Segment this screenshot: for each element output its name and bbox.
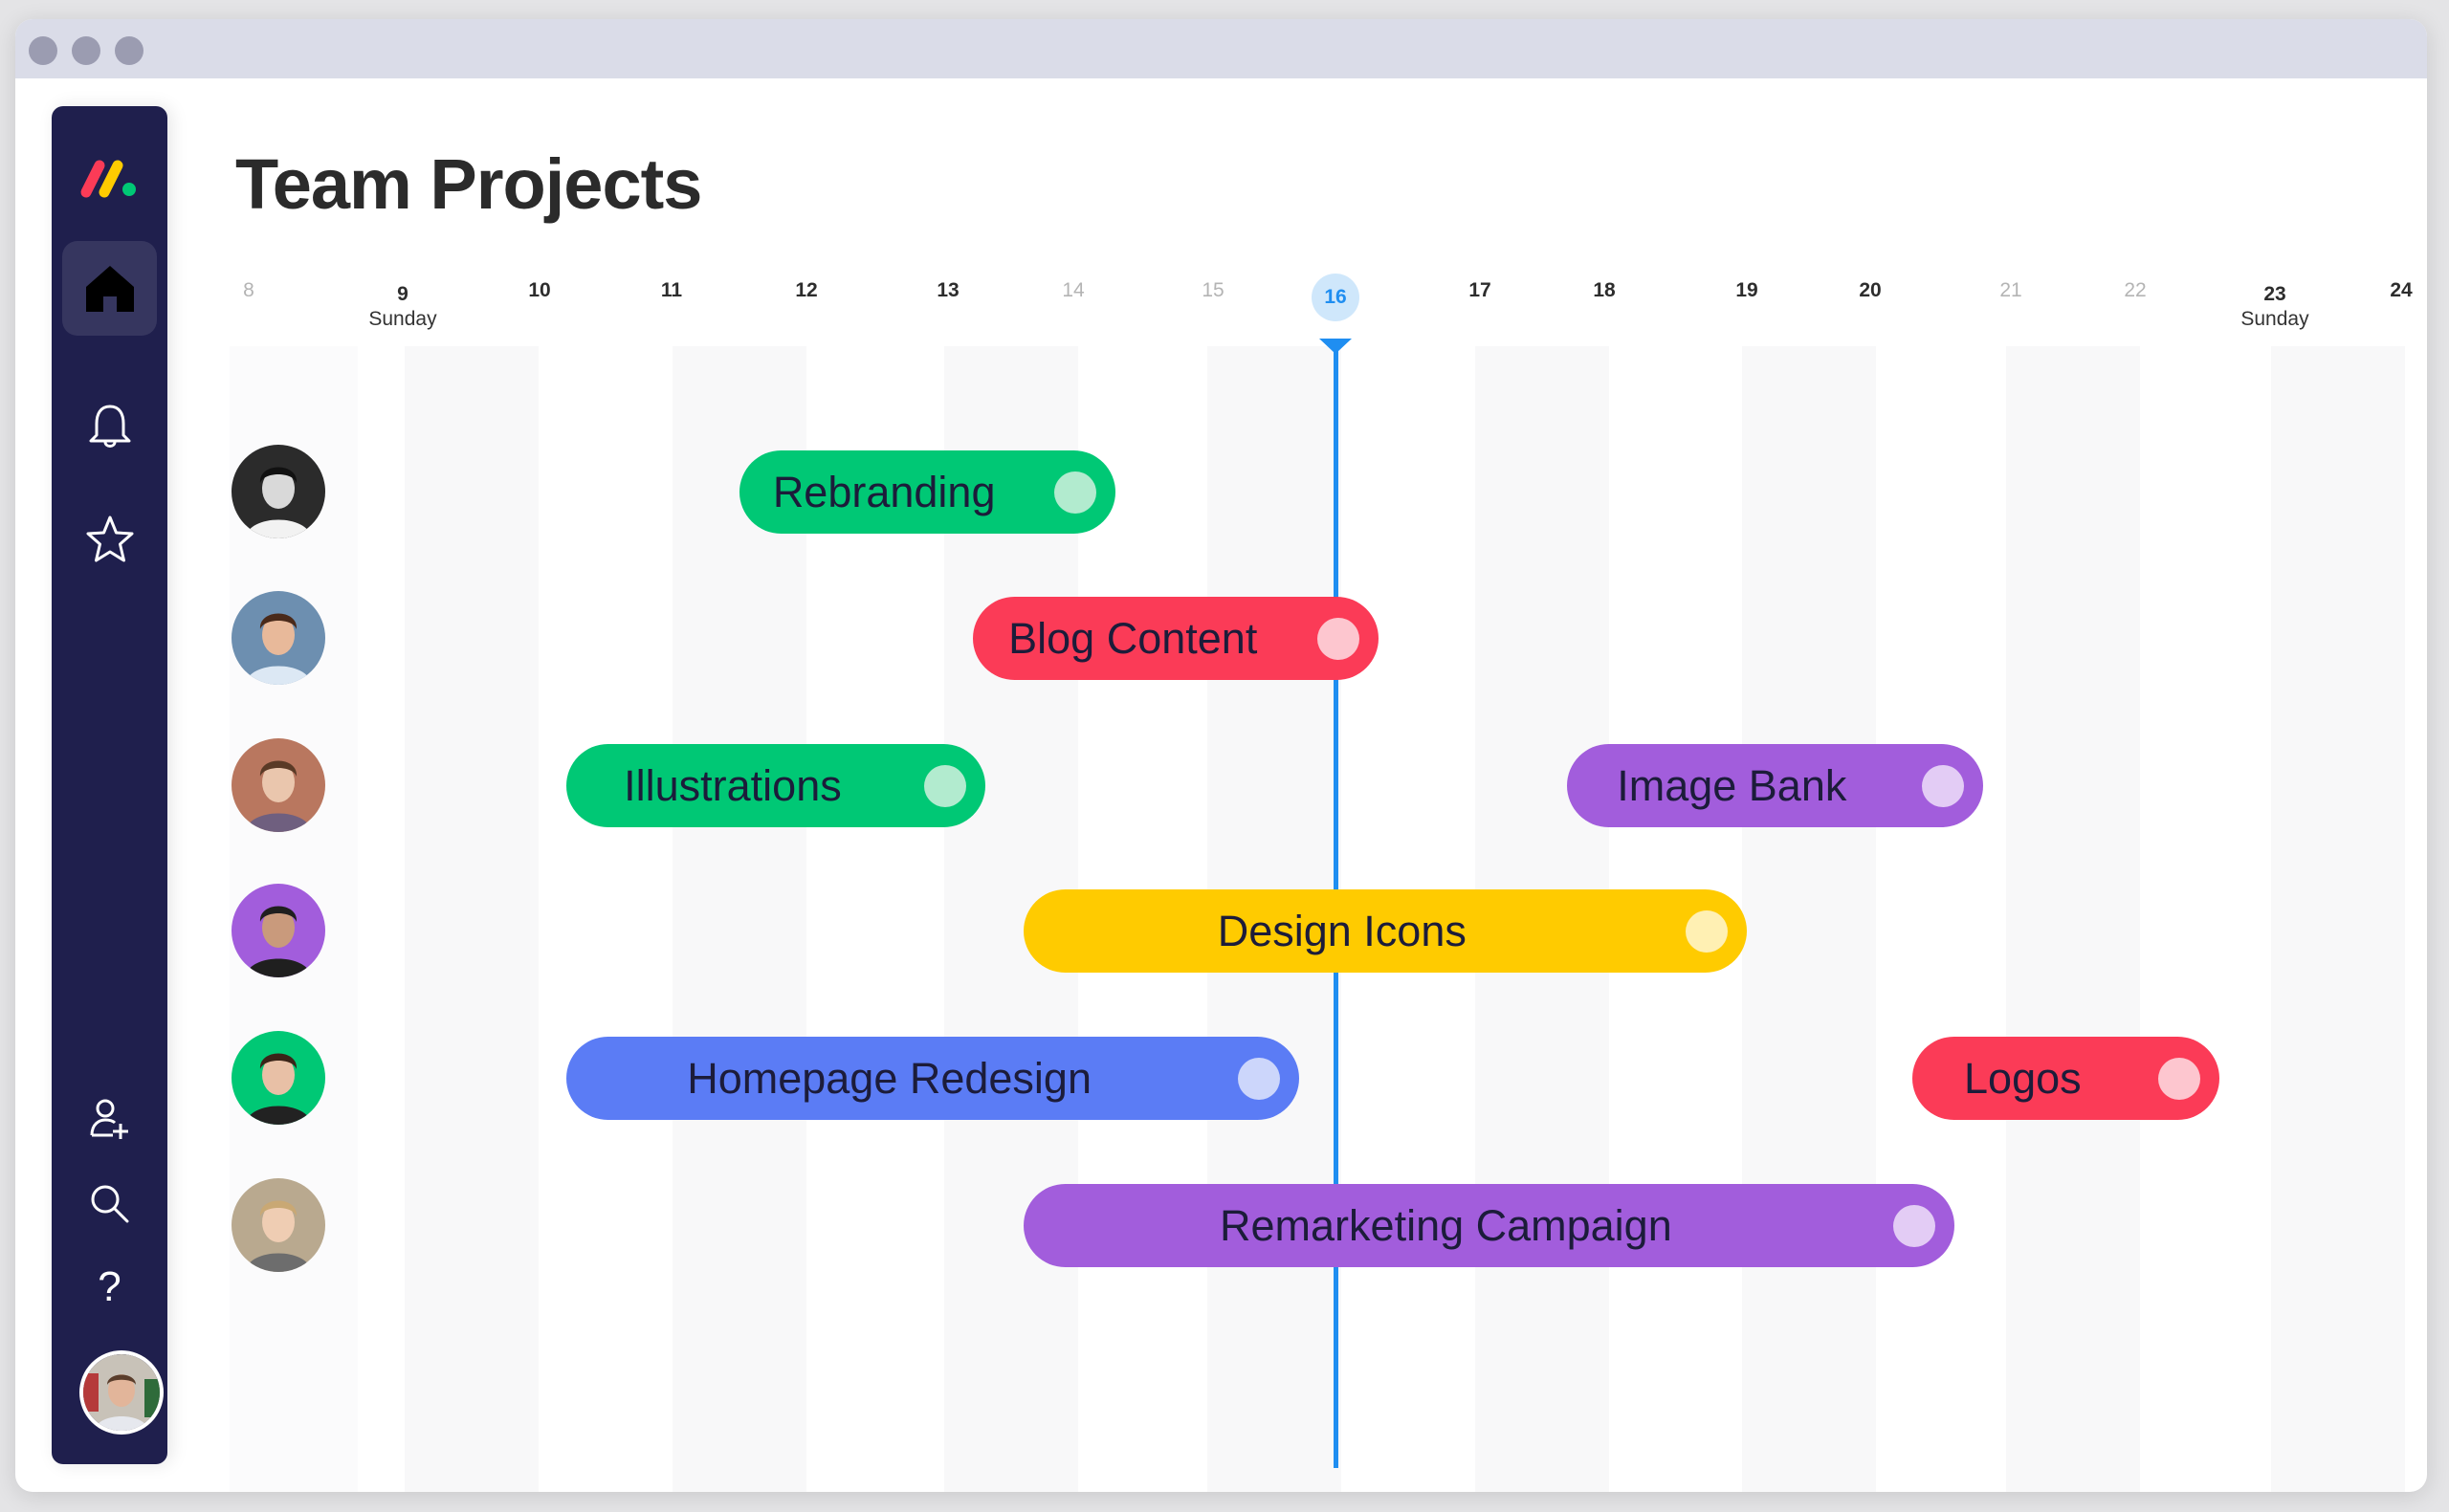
app-window: ? Team Projects 8 9 Sunday 10 11 12 13 14 15 16 17… (15, 19, 2427, 1492)
task-label: Image Bank (1617, 760, 1847, 810)
task-bar[interactable]: Remarketing Campaign (1023, 1184, 1955, 1267)
task-status-dot[interactable] (2157, 1058, 2200, 1100)
row-avatar[interactable] (232, 591, 325, 685)
search-icon (91, 1185, 128, 1223)
sidebar-item-help[interactable]: ? (52, 1259, 167, 1316)
day-column-stripe (1741, 346, 1876, 1492)
sidebar-item-favorites[interactable] (52, 511, 167, 568)
day-label[interactable]: 24 (2344, 279, 2427, 302)
day-column-stripe (2271, 346, 2405, 1492)
task-status-dot[interactable] (924, 765, 967, 807)
day-number: 14 (1062, 279, 1085, 301)
task-bar[interactable]: Image Bank (1567, 744, 1983, 827)
day-label[interactable]: 12 (749, 279, 864, 302)
day-number: 22 (2124, 279, 2147, 301)
task-label: Blog Content (1008, 613, 1258, 663)
user-avatar-image (83, 1354, 160, 1431)
task-bar[interactable]: Rebranding (739, 450, 1115, 534)
help-icon: ? (98, 1263, 121, 1310)
user-plus-icon (90, 1099, 128, 1139)
person-photo (232, 1178, 325, 1272)
home-icon (85, 265, 134, 312)
task-status-dot[interactable] (1685, 910, 1728, 953)
day-weekday: Sunday (368, 308, 437, 330)
day-column-stripe (2006, 346, 2140, 1492)
monday-logo-icon (80, 160, 136, 198)
day-label[interactable]: 10 (482, 279, 597, 302)
day-label[interactable]: 8 (191, 279, 306, 302)
bell-icon (89, 405, 130, 448)
person-photo (232, 445, 325, 538)
task-bar[interactable]: Illustrations (565, 744, 986, 827)
window-minimize-button[interactable] (72, 36, 100, 65)
star-icon (86, 515, 133, 562)
day-number: 19 (1735, 279, 1758, 301)
person-photo (232, 1031, 325, 1125)
task-label: Remarketing Campaign (1220, 1200, 1672, 1250)
task-bar[interactable]: Homepage Redesign (565, 1037, 1299, 1120)
window-maximize-button[interactable] (115, 36, 143, 65)
window-titlebar (15, 19, 2427, 78)
row-avatar[interactable] (232, 1031, 325, 1125)
day-label[interactable]: 19 (1689, 279, 1804, 302)
day-number: 24 (2390, 279, 2413, 301)
row-avatar[interactable] (232, 445, 325, 538)
sidebar-item-home[interactable] (62, 241, 157, 336)
row-avatar[interactable] (232, 884, 325, 977)
task-status-dot[interactable] (1921, 765, 1964, 807)
day-number: 9 (397, 283, 408, 305)
day-number: 20 (1859, 279, 1882, 301)
task-bar[interactable]: Logos (1912, 1037, 2219, 1120)
day-number: 8 (243, 279, 254, 301)
person-photo (232, 738, 325, 832)
task-label: Design Icons (1217, 906, 1467, 955)
task-status-dot[interactable] (1893, 1205, 1936, 1247)
day-label[interactable]: 23 Sunday (2217, 283, 2332, 331)
task-status-dot[interactable] (1317, 618, 1360, 660)
day-column-stripe (404, 346, 539, 1492)
logo[interactable] (52, 144, 167, 211)
task-label: Logos (1964, 1053, 2082, 1103)
day-label[interactable]: 15 (1156, 279, 1270, 302)
task-status-dot[interactable] (1237, 1058, 1280, 1100)
task-label: Illustrations (624, 760, 842, 810)
day-number: 17 (1468, 279, 1491, 301)
day-label[interactable]: 20 (1813, 279, 1928, 302)
today-marker-icon (1319, 339, 1352, 354)
sidebar-item-search[interactable] (52, 1175, 167, 1233)
task-status-dot[interactable] (1053, 471, 1096, 514)
day-label[interactable]: 17 (1423, 279, 1537, 302)
task-bar[interactable]: Design Icons (1023, 889, 1747, 973)
sidebar: ? (52, 106, 167, 1464)
day-number: 23 (2263, 283, 2286, 305)
task-label: Homepage Redesign (687, 1053, 1092, 1103)
day-number: 11 (660, 279, 683, 301)
day-label[interactable]: 18 (1547, 279, 1662, 302)
task-bar[interactable]: Blog Content (973, 597, 1379, 680)
day-number: 18 (1593, 279, 1616, 301)
row-avatar[interactable] (232, 738, 325, 832)
day-number: 10 (528, 279, 551, 301)
sidebar-item-invite[interactable] (52, 1091, 167, 1149)
day-number: 21 (1999, 279, 2022, 301)
current-user-avatar[interactable] (79, 1350, 164, 1435)
day-label[interactable]: 13 (891, 279, 1005, 302)
day-number: 12 (795, 279, 818, 301)
page-title: Team Projects (235, 144, 702, 224)
day-label[interactable]: 14 (1016, 279, 1131, 302)
day-label[interactable]: 21 (1953, 279, 2068, 302)
day-number: 15 (1202, 279, 1224, 301)
person-photo (232, 591, 325, 685)
task-label: Rebranding (772, 467, 996, 516)
day-label[interactable]: 9 Sunday (345, 283, 460, 331)
day-number: 13 (937, 279, 960, 301)
day-weekday: Sunday (2240, 308, 2309, 330)
row-avatar[interactable] (232, 1178, 325, 1272)
window-close-button[interactable] (29, 36, 57, 65)
person-photo (232, 884, 325, 977)
today-date-badge[interactable]: 16 (1312, 274, 1359, 321)
day-label[interactable]: 11 (614, 279, 729, 302)
day-label[interactable]: 22 (2078, 279, 2193, 302)
sidebar-item-notifications[interactable] (52, 398, 167, 455)
